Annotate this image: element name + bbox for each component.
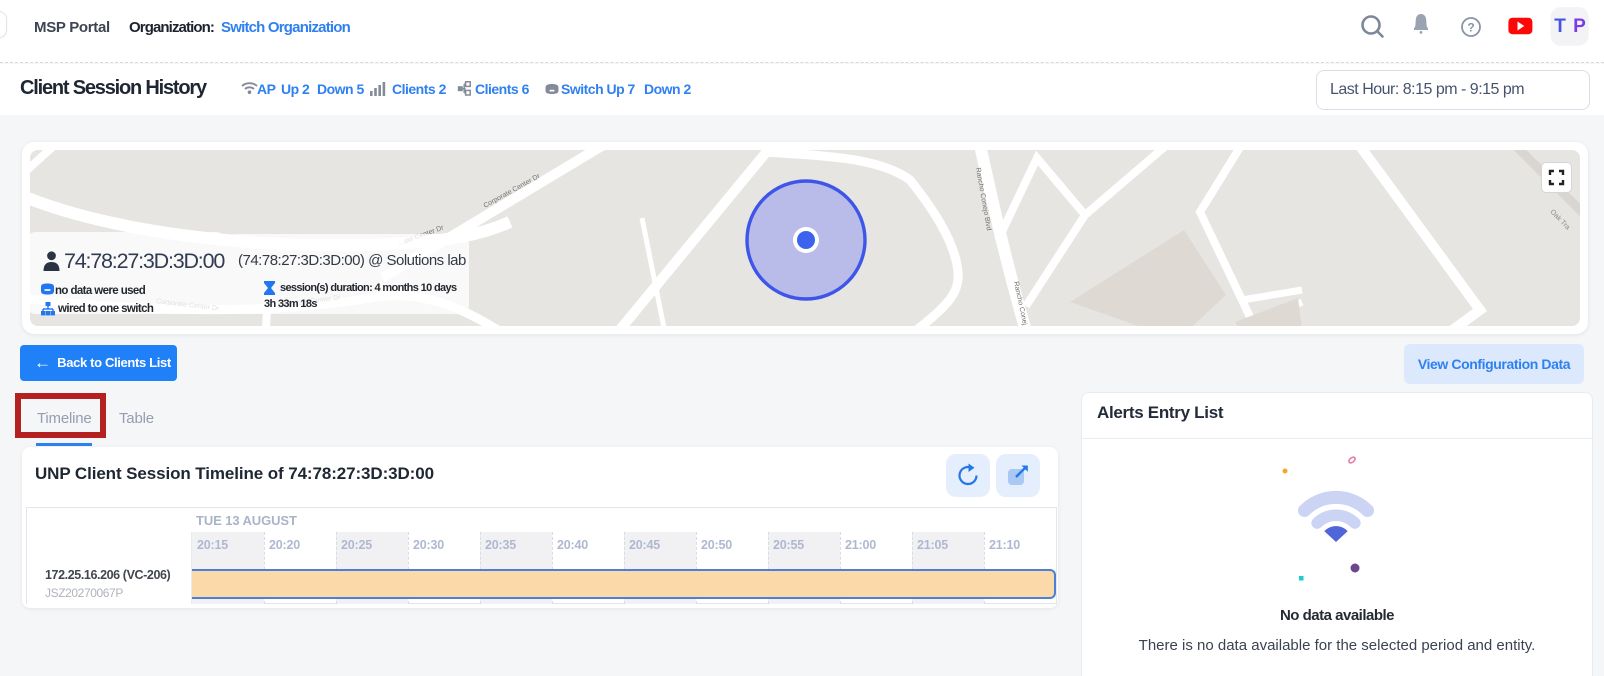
svg-text:T: T [1554,16,1566,37]
svg-text:?: ? [1467,21,1474,35]
svg-text:P: P [1573,16,1586,37]
